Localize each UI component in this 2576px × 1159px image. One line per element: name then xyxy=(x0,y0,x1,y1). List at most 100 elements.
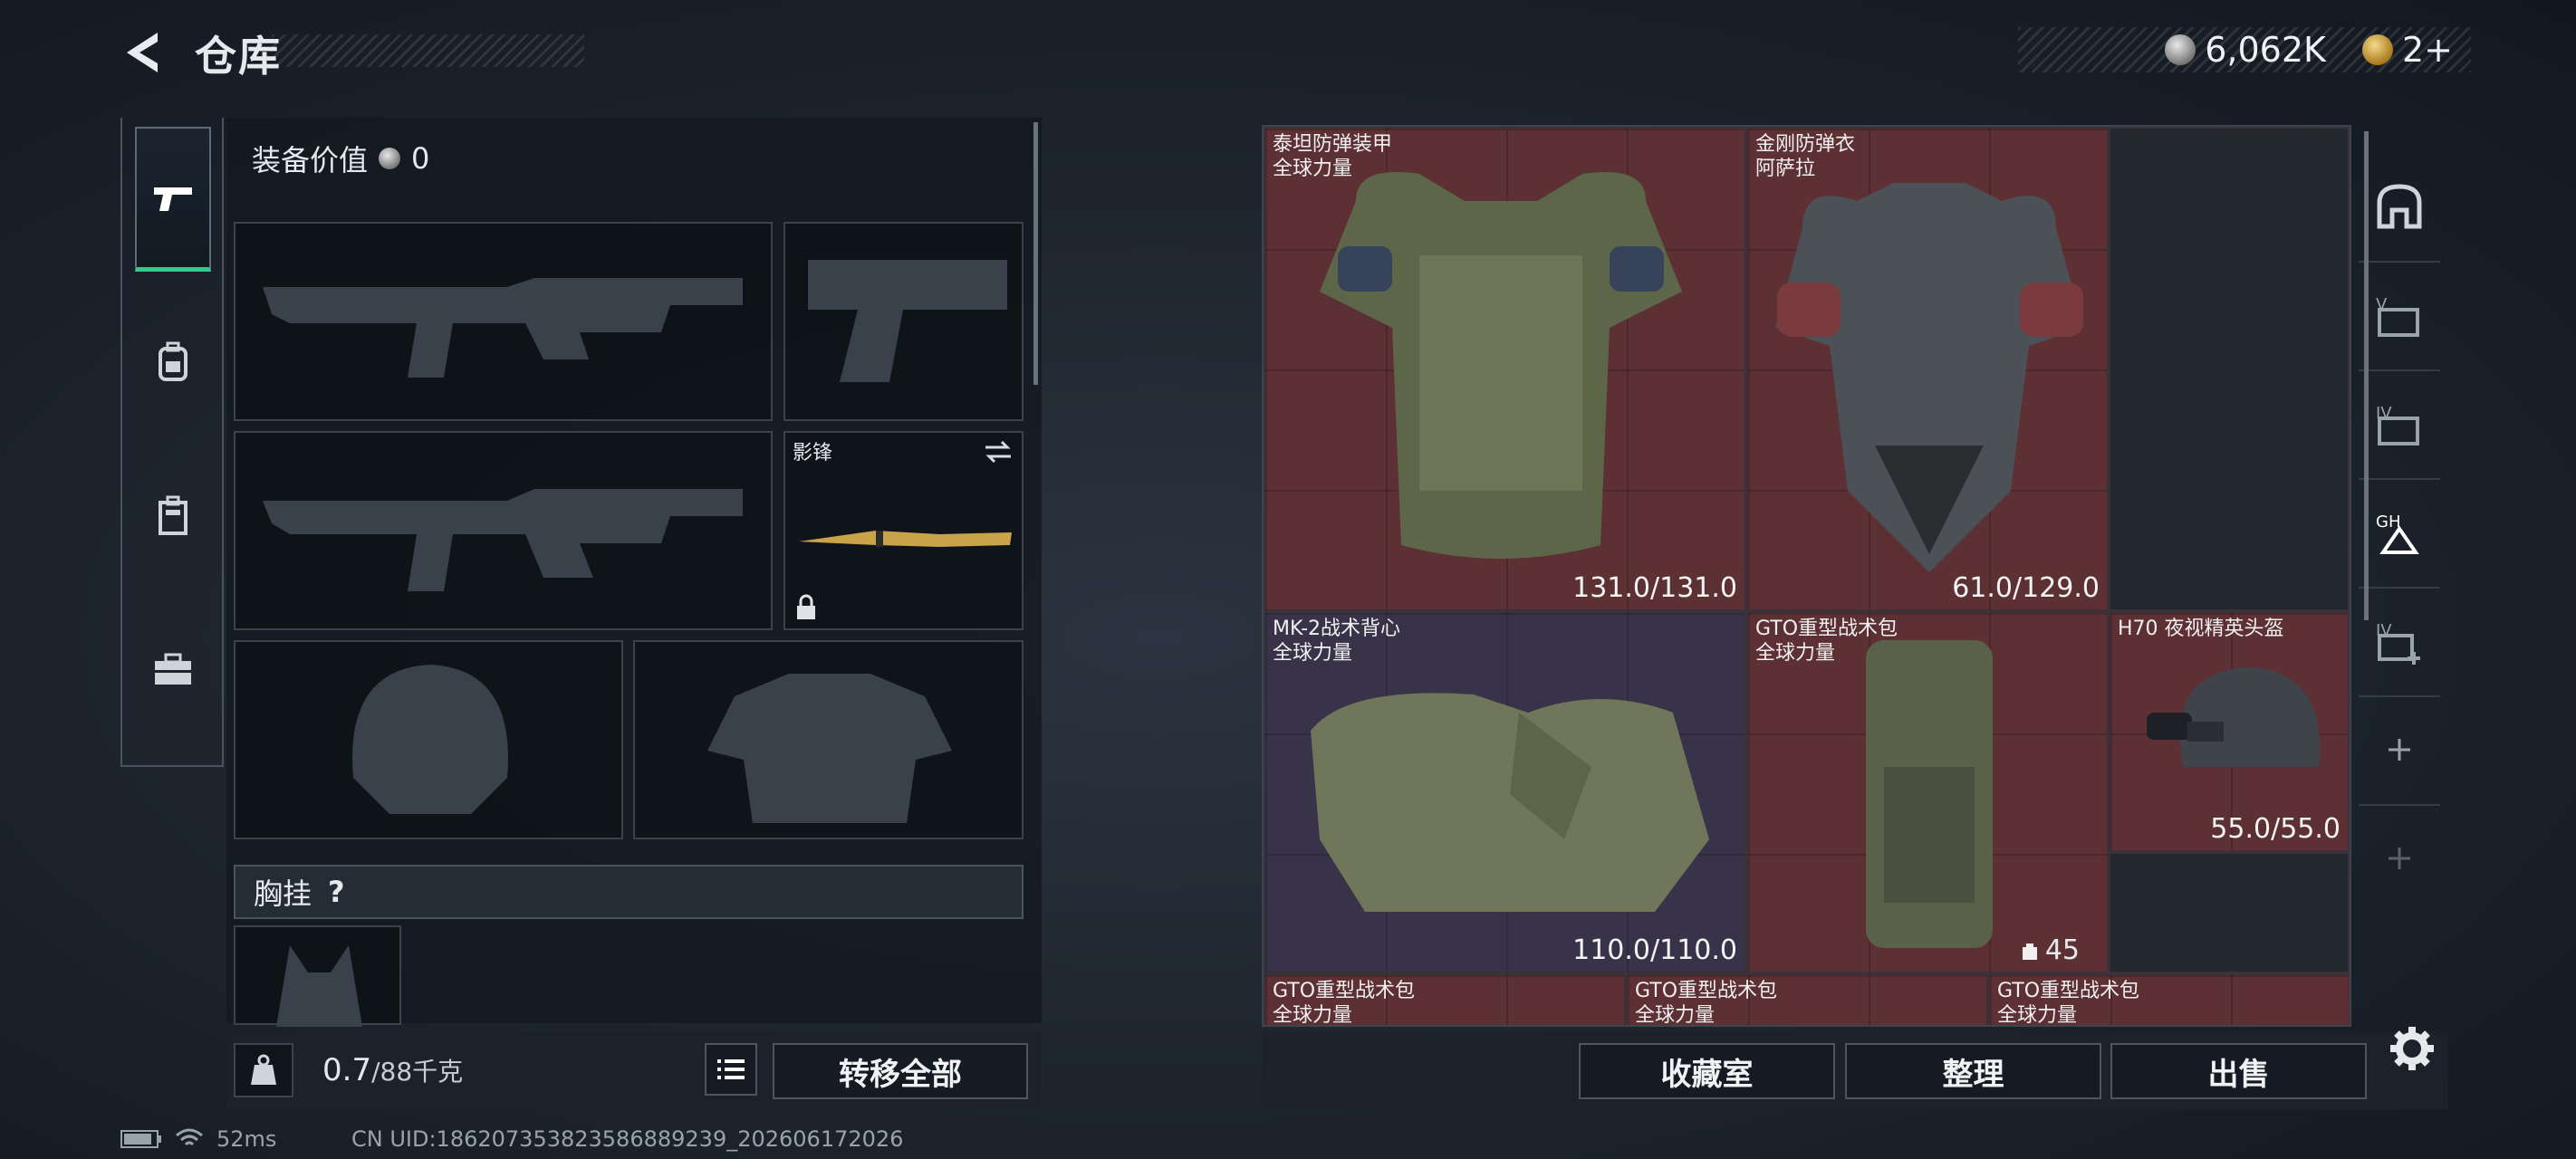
backpack-icon xyxy=(159,341,187,381)
item-durability: 110.0/110.0 xyxy=(1572,934,1737,966)
settings-button[interactable] xyxy=(2387,1023,2441,1078)
uid-text: CN UID:186207353823586889239_20260617202… xyxy=(351,1126,904,1152)
page-rail-scrollbar[interactable] xyxy=(2364,131,2369,620)
armor-vest-icon xyxy=(1775,183,2083,572)
weight-readout: 0.7/88千克 xyxy=(322,1052,463,1088)
item-sub: 全球力量 xyxy=(1755,642,1836,665)
loadout-scrollbar[interactable] xyxy=(1033,122,1038,385)
item-jingang-armor[interactable]: 金刚防弹衣 阿萨拉 61.0/129.0 xyxy=(1746,127,2109,611)
armor-silhouette-icon xyxy=(707,674,952,823)
warehouse-page-rail: V IV GH IV xyxy=(2359,125,2445,976)
warehouse-page-gh[interactable]: GH xyxy=(2359,478,2440,589)
primary-weapon-slot[interactable] xyxy=(234,222,773,421)
helmet-silhouette-icon xyxy=(352,665,508,814)
armor-vest-icon xyxy=(1320,172,1682,559)
silver-coin-icon xyxy=(379,148,401,169)
melee-name: 影锋 xyxy=(793,442,833,465)
collection-room-button[interactable]: 收藏室 xyxy=(1579,1043,1835,1099)
rifle-silhouette-icon xyxy=(263,489,743,591)
status-bar: 52ms xyxy=(120,1126,276,1152)
capacity-icon xyxy=(2022,943,2037,960)
empty-grid-cell[interactable] xyxy=(2109,127,2350,611)
plus-icon xyxy=(2389,848,2410,869)
item-durability: 131.0/131.0 xyxy=(1572,572,1737,604)
warehouse-page-main[interactable] xyxy=(2359,152,2440,263)
back-arrow-icon xyxy=(127,33,158,72)
left-category-rail xyxy=(120,118,224,767)
item-mk2-vest[interactable]: MK-2战术背心 全球力量 110.0/110.0 xyxy=(1264,611,1746,973)
container-icon xyxy=(159,495,187,535)
battery-icon xyxy=(120,1130,161,1148)
ping-text: 52ms xyxy=(216,1126,277,1152)
item-sub: 全球力量 xyxy=(1997,1004,2078,1027)
item-h70-helmet[interactable]: H70 夜视精英头盔 55.0/55.0 xyxy=(2109,611,2350,852)
item-gto-backpack[interactable]: GTO重型战术包 全球力量 xyxy=(1264,973,1626,1027)
item-gto-backpack[interactable]: GTO重型战术包 全球力量 45 xyxy=(1746,611,2109,973)
tab-container[interactable] xyxy=(135,444,211,589)
home-icon xyxy=(2377,184,2422,229)
gh-page-icon: GH xyxy=(2376,512,2419,554)
gold-coin-icon xyxy=(2361,34,2393,65)
equipment-value-row: 装备价值 0 xyxy=(226,127,1033,190)
svg-text:GH: GH xyxy=(2376,512,2400,532)
helmet-slot[interactable] xyxy=(234,640,623,839)
item-name: GTO重型战术包 xyxy=(1997,980,2140,1002)
page-title: 仓库 xyxy=(195,32,282,81)
sell-button[interactable]: 出售 xyxy=(2110,1043,2367,1099)
warehouse-grid: 泰坦防弹装甲 全球力量 131.0/131.0 金刚防弹衣 阿萨拉 61.0/129… xyxy=(1262,125,2351,1027)
list-icon xyxy=(717,1059,745,1079)
chest-rig-slot[interactable] xyxy=(234,925,401,1027)
transfer-all-button[interactable]: 转移全部 xyxy=(773,1043,1028,1099)
help-icon[interactable]: ? xyxy=(328,875,345,909)
primary-weapon-slot-2[interactable] xyxy=(234,431,773,630)
warehouse-page-iv[interactable]: IV xyxy=(2359,369,2440,480)
melee-slot[interactable]: 影锋 xyxy=(783,431,1024,630)
item-titan-armor[interactable]: 泰坦防弹装甲 全球力量 131.0/131.0 xyxy=(1264,127,1746,611)
currency-bar: 6,062K 2+ xyxy=(2018,27,2471,72)
item-name: GTO重型战术包 xyxy=(1273,980,1416,1002)
tab-backpack[interactable] xyxy=(135,290,211,435)
item-name: H70 夜视精英头盔 xyxy=(2118,618,2284,640)
item-durability: 61.0/129.0 xyxy=(1952,572,2100,604)
weight-icon xyxy=(234,1043,293,1097)
weight-value: 0.7 xyxy=(322,1052,372,1088)
item-sub: 全球力量 xyxy=(1273,1004,1353,1027)
gear-icon xyxy=(2390,1027,2434,1070)
iv-page-icon: IV xyxy=(2376,404,2419,445)
lock-icon xyxy=(797,594,815,619)
rifle-silhouette-icon xyxy=(263,278,743,378)
back-button[interactable] xyxy=(118,25,172,80)
item-name: GTO重型战术包 xyxy=(1635,980,1778,1002)
backpack-icon xyxy=(1866,640,1993,948)
list-view-button[interactable] xyxy=(705,1043,757,1096)
knife-icon xyxy=(799,531,1012,547)
tactical-vest-icon xyxy=(1311,693,1709,912)
helmet-icon xyxy=(2147,667,2321,767)
v-page-icon: V xyxy=(2376,295,2419,337)
title-decoration xyxy=(272,34,584,67)
secondary-weapon-slot[interactable] xyxy=(783,222,1024,421)
chest-rig-label: 胸挂 xyxy=(254,876,312,911)
plus-icon xyxy=(2389,739,2410,761)
wifi-icon xyxy=(176,1128,203,1146)
item-name: MK-2战术背心 xyxy=(1273,618,1401,640)
pistol-silhouette-icon xyxy=(808,260,1007,382)
organize-button[interactable]: 整理 xyxy=(1845,1043,2101,1099)
swap-icon[interactable] xyxy=(982,438,1014,465)
add-page-button-2[interactable] xyxy=(2359,804,2440,913)
warehouse-page-iv-plus[interactable]: IV xyxy=(2359,587,2440,697)
item-durability: 55.0/55.0 xyxy=(2210,813,2341,845)
vest-silhouette-icon xyxy=(276,945,362,1027)
warehouse-page-v[interactable]: V xyxy=(2359,261,2440,371)
add-page-button[interactable] xyxy=(2359,695,2440,806)
chest-rig-header: 胸挂 ? xyxy=(234,865,1024,919)
tab-weapons[interactable] xyxy=(135,127,211,272)
item-gto-backpack[interactable]: GTO重型战术包 全球力量 xyxy=(1626,973,1988,1025)
armor-slot[interactable] xyxy=(633,640,1024,839)
empty-grid-cell[interactable] xyxy=(2109,852,2350,973)
tab-toolbox[interactable] xyxy=(135,598,211,742)
weight-max: /88千克 xyxy=(371,1057,464,1087)
gold-amount[interactable]: 2+ xyxy=(2402,30,2453,70)
item-gto-backpack[interactable]: GTO重型战术包 全球力量 xyxy=(1988,973,2350,1027)
pistol-icon xyxy=(154,187,192,211)
